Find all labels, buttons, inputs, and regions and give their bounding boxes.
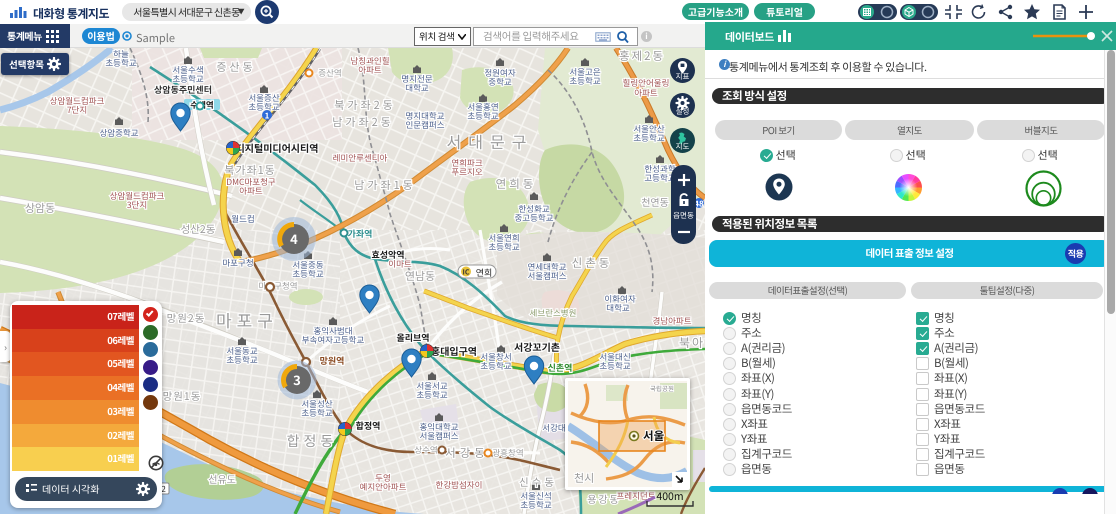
svg-text:망원역: 망원역 [320,354,345,367]
svg-text:서울캠퍼스: 서울캠퍼스 [527,270,566,282]
svg-text:예지안아파트: 예지안아파트 [360,481,407,493]
svg-text:대학교: 대학교 [606,302,630,314]
svg-text:초등학교: 초등학교 [226,354,257,366]
svg-text:서대문구: 서대문구 [447,129,534,153]
svg-text:한강밤섬자이: 한강밤섬자이 [436,479,483,491]
svg-text:북아: 북아 [679,334,705,351]
svg-text:연희: 연희 [476,266,493,279]
svg-text:신촌역: 신촌역 [548,361,573,374]
svg-text:레미안루센티아: 레미안루센티아 [333,152,388,164]
svg-text:중고등학교: 중고등학교 [514,212,553,224]
svg-text:성산2동: 성산2동 [181,222,216,237]
svg-text:초등학교: 초등학교 [301,407,332,419]
svg-text:상암동: 상암동 [25,200,55,216]
svg-text:증산동: 증산동 [216,59,255,75]
svg-text:합정역: 합정역 [356,419,381,432]
svg-text:3: 3 [293,370,301,389]
svg-text:경남아파트: 경남아파트 [652,315,691,327]
svg-text:세브란스병원: 세브란스병원 [530,307,577,319]
svg-text:천시: 천시 [574,470,594,486]
svg-text:망원1동: 망원1동 [163,389,202,404]
svg-text:신촌동: 신촌동 [572,255,613,271]
svg-text:초등학교: 초등학교 [488,241,519,253]
svg-text:상암동주민센터: 상암동주민센터 [154,83,212,96]
svg-text:연희동: 연희동 [496,176,537,192]
svg-text:인문캠퍼스: 인문캠퍼스 [405,119,444,131]
svg-text:홍제2동: 홍제2동 [619,48,665,64]
svg-text:신수동: 신수동 [519,475,557,490]
svg-text:초등학교: 초등학교 [633,132,664,144]
svg-text:아파트: 아파트 [358,64,382,76]
svg-text:IC: IC [463,268,470,278]
svg-text:연남동: 연남동 [405,268,435,284]
svg-text:올리브역: 올리브역 [396,331,429,344]
svg-text:홍대입구역: 홍대입구역 [431,343,477,358]
svg-text:광흥창역: 광흥창역 [492,447,523,459]
svg-text:푸르지오: 푸르지오 [451,166,482,178]
svg-text:상수역: 상수역 [414,444,437,456]
svg-text:남가좌1동: 남가좌1동 [354,177,416,193]
svg-text:증산역: 증산역 [318,67,341,79]
svg-text:초등학교: 초등학교 [292,268,323,280]
svg-text:북가좌2동: 북가좌2동 [334,97,396,113]
svg-text:서강동: 서강동 [445,445,489,461]
svg-text:초등학교: 초등학교 [105,57,136,69]
svg-text:망원2동: 망원2동 [167,311,206,326]
svg-text:서강대: 서강대 [542,422,565,434]
svg-text:대학교: 대학교 [405,82,429,94]
svg-text:부속여자고등학교: 부속여자고등학교 [302,334,365,346]
svg-text:상암중학교: 상암중학교 [99,127,138,139]
svg-text:월드컵: 월드컵 [231,213,254,225]
svg-text:마포구: 마포구 [216,307,278,332]
svg-text:국립공원: 국립공원 [650,383,674,393]
svg-text:마포구청: 마포구청 [222,257,253,269]
svg-text:합정동: 합정동 [287,431,338,451]
svg-text:효성악역: 효성악역 [371,248,404,261]
svg-text:초등학교: 초등학교 [480,360,511,372]
svg-text:디지털미디어시티역: 디지털미디어시티역 [236,140,319,155]
svg-text:선유도: 선유도 [208,471,236,486]
svg-text:초등학교: 초등학교 [599,360,630,372]
svg-text:3단지: 3단지 [127,199,147,211]
svg-text:서울: 서울 [643,428,665,444]
svg-text:초등학교: 초등학교 [520,499,551,511]
svg-text:서강꼬기촌: 서강꼬기촌 [514,339,560,354]
svg-text:1: 1 [265,111,270,122]
svg-text:초등학교: 초등학교 [467,110,498,122]
svg-text:아파트: 아파트 [239,185,263,197]
svg-text:서울캠퍼스: 서울캠퍼스 [419,430,458,442]
svg-text:4: 4 [290,229,298,248]
svg-text:남가좌2동: 남가좌2동 [332,114,394,130]
svg-text:천연동: 천연동 [641,194,669,209]
svg-text:가좌역: 가좌역 [348,227,373,240]
svg-text:중학교: 중학교 [488,76,512,88]
svg-text:마포구청역: 마포구청역 [258,280,297,292]
svg-text:7단지: 7단지 [67,104,87,116]
svg-text:초등학교: 초등학교 [416,389,447,401]
svg-text:초등학교: 초등학교 [569,75,600,87]
svg-text:아파트: 아파트 [634,87,658,99]
